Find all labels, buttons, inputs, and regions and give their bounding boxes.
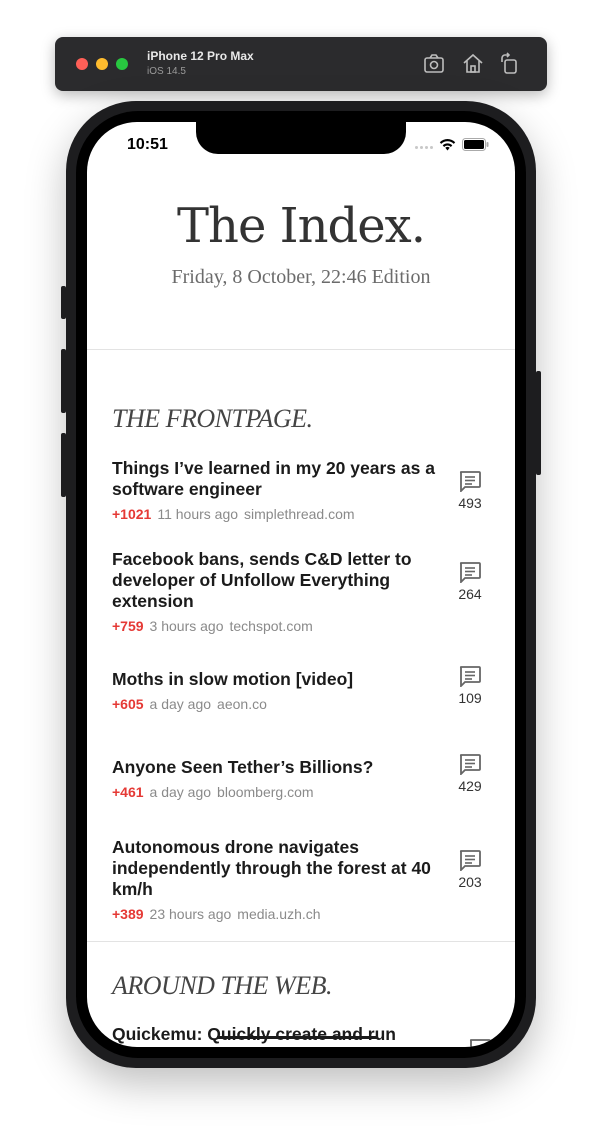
story-score: +1021 [112,506,152,522]
story-title-partial[interactable]: Quickemu: Quickly create and run [112,1024,396,1045]
story-age: a day ago [149,784,212,800]
story-age: 11 hours ago [157,506,239,522]
comment-count: 493 [458,495,482,511]
wifi-icon [439,138,456,156]
volume-up-button [61,349,66,413]
comments-button[interactable]: 203 [448,849,492,890]
story-item[interactable]: Autonomous drone navigates independently… [112,837,492,922]
comment-icon [459,666,481,687]
comment-icon [459,562,481,583]
comments-button[interactable]: 493 [448,470,492,511]
masthead: The Index. Friday, 8 October, 22:46 Edit… [87,198,515,289]
story-item[interactable]: Facebook bans, sends C&D letter to devel… [112,549,492,634]
signal-icon [415,145,433,149]
device-frame: 10:51 The Index. Friday, 8 October, 22:4… [61,101,541,1068]
comment-count: 429 [458,778,482,794]
story-age: a day ago [149,696,212,712]
story-domain[interactable]: aeon.co [217,696,267,712]
app-title: The Index. [177,198,426,254]
close-window-button[interactable] [76,58,88,70]
status-time: 10:51 [127,136,168,153]
story-item[interactable]: Moths in slow motion [video] +605 a day a… [112,666,492,712]
story-domain[interactable]: bloomberg.com [217,784,314,800]
screenshot-icon[interactable] [422,52,446,76]
story-item[interactable]: Things I’ve learned in my 20 years as a … [112,458,492,522]
zoom-window-button[interactable] [116,58,128,70]
home-icon[interactable] [461,52,485,76]
story-title[interactable]: Anyone Seen Tether’s Billions? [112,757,447,778]
comment-icon [459,850,481,871]
simulator-toolbar: iPhone 12 Pro Max iOS 14.5 [55,37,547,91]
section-title-around-web: AROUND THE WEB. [112,971,332,1000]
minimize-window-button[interactable] [96,58,108,70]
app-screen: 10:51 The Index. Friday, 8 October, 22:4… [87,122,515,1047]
story-age: 23 hours ago [149,906,232,922]
power-button [536,371,541,475]
comments-button[interactable]: 264 [448,561,492,602]
story-title[interactable]: Facebook bans, sends C&D letter to devel… [112,549,447,612]
story-meta: +389 23 hours ago media.uzh.ch [112,906,492,922]
story-score: +605 [112,696,144,712]
scroll-overlay-line [217,1036,377,1039]
comment-count: 109 [458,690,482,706]
edition-date: Friday, 8 October, 22:46 Edition [171,266,431,288]
masthead-divider [87,349,515,350]
story-title[interactable]: Autonomous drone navigates independently… [112,837,447,900]
story-age: 3 hours ago [149,618,224,634]
os-version: iOS 14.5 [147,66,186,77]
story-meta: +461 a day ago bloomberg.com [112,784,492,800]
story-item[interactable]: Anyone Seen Tether’s Billions? +461 a day… [112,754,492,800]
story-title[interactable]: Things I’ve learned in my 20 years as a … [112,458,447,500]
volume-down-button [61,433,66,497]
story-meta: +759 3 hours ago techspot.com [112,618,492,634]
story-domain[interactable]: media.uzh.ch [237,906,320,922]
story-domain[interactable]: techspot.com [230,618,313,634]
section-title-frontpage: THE FRONTPAGE. [112,404,313,433]
comments-button[interactable]: 429 [448,753,492,794]
comment-count: 264 [458,586,482,602]
device-name: iPhone 12 Pro Max [147,49,254,63]
battery-icon [462,138,489,156]
story-score: +759 [112,618,144,634]
comment-count: 203 [458,874,482,890]
device-bezel: 10:51 The Index. Friday, 8 October, 22:4… [76,111,526,1058]
status-indicators [415,138,489,156]
story-score: +461 [112,784,144,800]
comment-icon[interactable] [468,1038,492,1047]
story-meta: +605 a day ago aeon.co [112,696,492,712]
story-domain[interactable]: simplethread.com [244,506,355,522]
story-title[interactable]: Moths in slow motion [video] [112,669,447,690]
mute-switch [61,286,66,319]
story-meta: +1021 11 hours ago simplethread.com [112,506,492,522]
rotate-icon[interactable] [498,52,522,76]
comment-icon [459,754,481,775]
notch [196,122,406,154]
story-score: +389 [112,906,144,922]
section-divider [87,941,515,942]
comment-icon [459,471,481,492]
comments-button[interactable]: 109 [448,665,492,706]
